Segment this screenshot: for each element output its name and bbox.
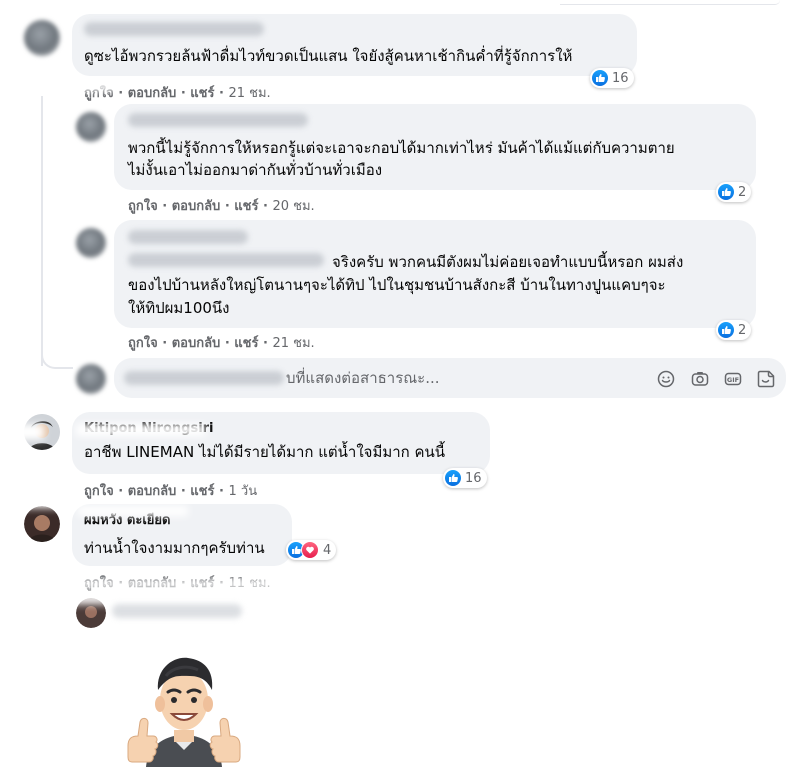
thread-line bbox=[41, 96, 43, 366]
comment-text: ของไปบ้านหลังใหญ่โตนานๆจะได้ทิป ไปในชุมช… bbox=[128, 276, 666, 294]
comment-text: จริงครับ พวกคนมีตังผมไม่ค่อยเจอทำแบบนี้ห… bbox=[332, 253, 684, 271]
avatar[interactable] bbox=[24, 506, 60, 542]
reaction-count: 4 bbox=[323, 542, 332, 558]
reaction-count: 2 bbox=[738, 322, 747, 338]
svg-text:GIF: GIF bbox=[727, 376, 739, 384]
comment-text: ให้ทิปผม100นึง bbox=[128, 299, 230, 317]
meta-obscure bbox=[76, 580, 336, 588]
comment-text: ท่านน้ำใจงามมากๆครับท่าน bbox=[84, 539, 265, 557]
comment-text: พวกนี้ไม่รู้จักการให้หรอกรู้แต่จะเอาจะกอ… bbox=[128, 139, 675, 157]
love-icon bbox=[301, 541, 319, 559]
reply-input-placeholder: บที่แสดงต่อสาธารณะ... bbox=[286, 369, 440, 387]
gif-icon[interactable]: GIF bbox=[724, 370, 742, 388]
actions-rest[interactable]: · ตอบกลับ · แชร์ · bbox=[162, 199, 268, 214]
reaction-count: 16 bbox=[465, 470, 482, 486]
sticker-icon[interactable] bbox=[757, 370, 775, 388]
avatar[interactable] bbox=[24, 20, 60, 56]
meta-obscure bbox=[76, 82, 116, 91]
like-link[interactable]: ถูกใจ bbox=[128, 199, 158, 214]
author-obscure bbox=[78, 506, 188, 516]
comment-actions: ถูกใจ · ตอบกลับ · แชร์ · 1 วัน bbox=[84, 480, 257, 501]
avatar-obscure bbox=[70, 594, 110, 604]
reaction-summary[interactable]: 2 bbox=[716, 182, 752, 202]
comment-actions: ถูกใจ · ตอบกลับ · แชร์ · 20 ชม. bbox=[128, 195, 315, 216]
reaction-summary[interactable]: 16 bbox=[443, 468, 487, 488]
comment-text: ดูซะไอ้พวกรวยล้นฟ้าดื่มไวท์ขวดเป็นแสน ใจ… bbox=[84, 47, 573, 65]
my-avatar[interactable] bbox=[76, 364, 106, 394]
comment-actions: ถูกใจ · ตอบกลับ · แชร์ · 21 ชม. bbox=[128, 332, 315, 353]
actions-rest[interactable]: · ตอบกลับ · แชร์ · bbox=[118, 86, 224, 101]
reaction-summary[interactable]: 4 bbox=[286, 540, 337, 560]
like-icon bbox=[718, 184, 734, 200]
camera-icon[interactable] bbox=[691, 370, 709, 388]
reaction-summary[interactable]: 16 bbox=[590, 68, 634, 88]
avatar[interactable] bbox=[76, 112, 106, 142]
like-icon bbox=[445, 470, 461, 486]
thread-elbow bbox=[41, 345, 73, 369]
timestamp[interactable]: 1 วัน bbox=[228, 484, 257, 499]
author-name-blurred[interactable] bbox=[128, 113, 308, 127]
like-icon bbox=[592, 70, 608, 86]
emoji-icon[interactable] bbox=[657, 370, 675, 388]
thumbs-up-sticker-icon bbox=[127, 657, 241, 767]
reaction-count: 16 bbox=[612, 70, 629, 86]
timestamp[interactable]: 21 ชม. bbox=[272, 336, 314, 351]
author-name-blurred[interactable] bbox=[128, 230, 248, 244]
avatar[interactable] bbox=[76, 228, 106, 258]
author-name-blurred[interactable] bbox=[112, 604, 242, 618]
author-obscure bbox=[76, 424, 206, 436]
comment-text: อาชีพ LINEMAN ไม่ได้มีรายได้มาก แต่น้ำใจ… bbox=[84, 443, 446, 461]
previous-item-edge bbox=[560, 0, 780, 5]
like-link[interactable]: ถูกใจ bbox=[84, 484, 114, 499]
timestamp[interactable]: 20 ชม. bbox=[272, 199, 314, 214]
comment-text: ไม่งั้นเอาไม่ออกมาด่ากันทั่วบ้านทั่วเมือ… bbox=[128, 161, 383, 179]
like-icon bbox=[718, 322, 734, 338]
author-name-blurred[interactable] bbox=[128, 253, 324, 267]
input-placeholder-blurred bbox=[124, 371, 284, 385]
avatar-obscure bbox=[18, 496, 72, 508]
reaction-count: 2 bbox=[738, 184, 747, 200]
actions-rest[interactable]: · ตอบกลับ · แชร์ · bbox=[118, 484, 224, 499]
actions-rest[interactable]: · ตอบกลับ · แชร์ · bbox=[162, 336, 268, 351]
like-link[interactable]: ถูกใจ bbox=[128, 336, 158, 351]
timestamp[interactable]: 21 ชม. bbox=[228, 86, 270, 101]
reaction-summary[interactable]: 2 bbox=[716, 320, 752, 340]
avatar-obscure bbox=[0, 424, 44, 440]
author-name-blurred[interactable] bbox=[84, 22, 264, 36]
